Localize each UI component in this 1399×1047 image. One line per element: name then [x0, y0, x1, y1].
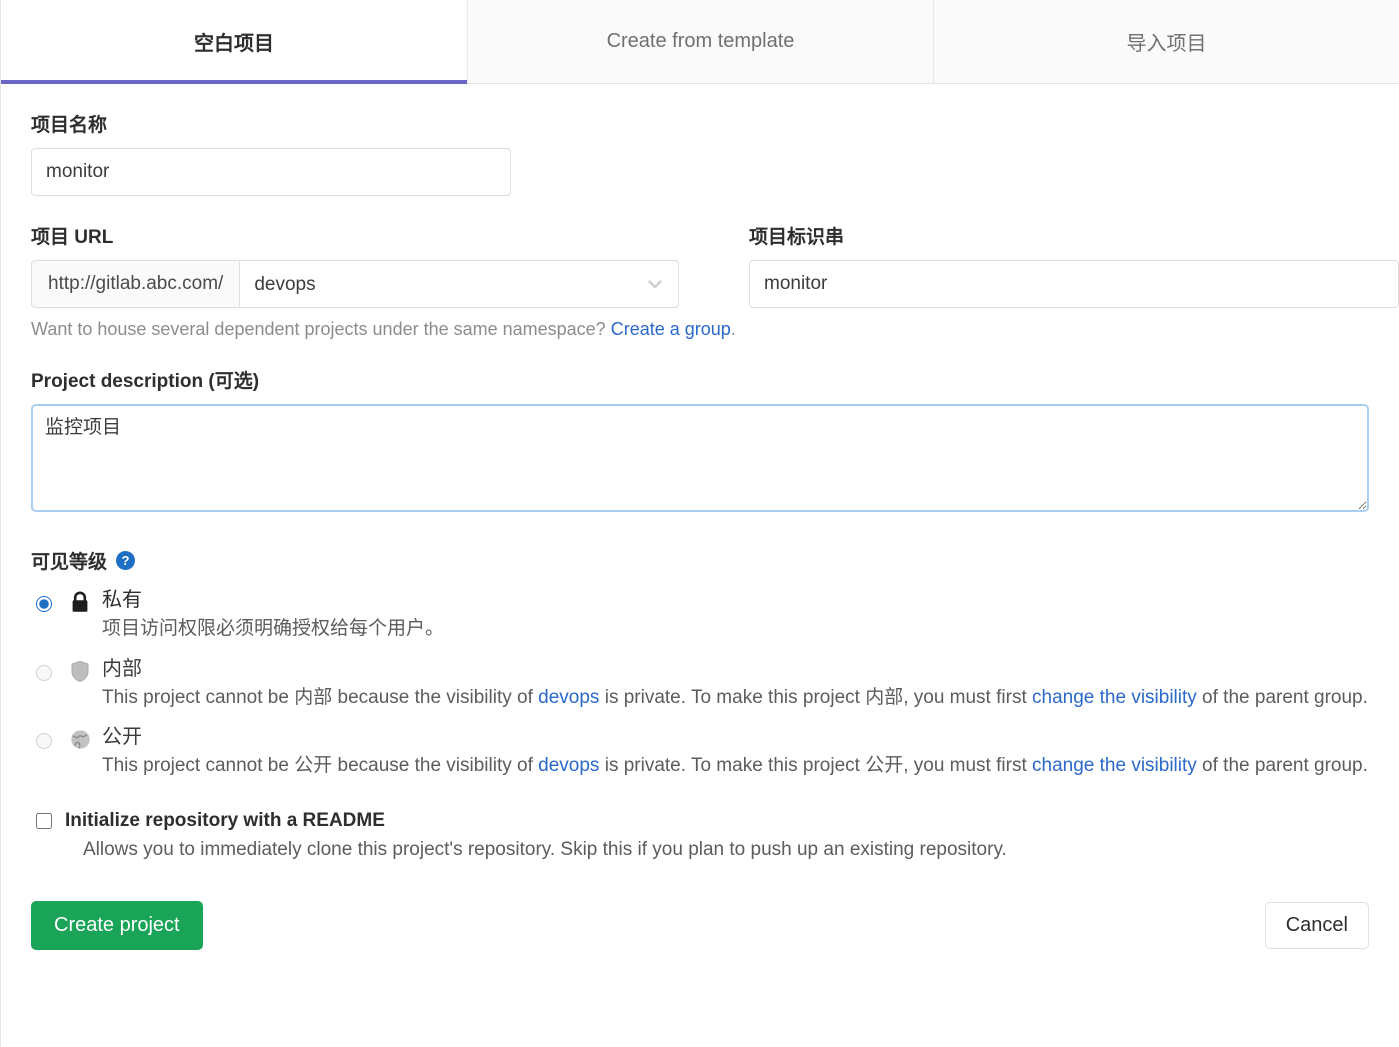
readme-row[interactable]: Initialize repository with a README — [31, 810, 1369, 832]
visibility-inline-link[interactable]: devops — [538, 755, 599, 776]
form-actions: Create project Cancel — [31, 900, 1369, 950]
project-url-label: 项目 URL — [31, 227, 114, 248]
visibility-radio-private[interactable] — [36, 596, 52, 612]
visibility-public-body: 公开 This project cannot be 公开 because the… — [96, 725, 1369, 780]
project-slug-label: 项目标识串 — [749, 227, 845, 248]
tab-create-from-template-label: Create from template — [606, 30, 795, 52]
visibility-internal-body: 内部 This project cannot be 内部 because the… — [96, 657, 1369, 712]
tab-import-project-label: 导入项目 — [1126, 33, 1207, 55]
project-url-prefix: http://gitlab.abc.com/ — [31, 260, 240, 308]
namespace-hint: Want to house several dependent projects… — [31, 319, 1369, 340]
visibility-radio-public[interactable] — [36, 733, 52, 750]
readme-block: Initialize repository with a README Allo… — [31, 810, 1369, 861]
project-description-label: Project description (可选) — [31, 371, 260, 392]
visibility-private-title: 私有 — [102, 589, 142, 611]
project-url-row: 项目 URL http://gitlab.abc.com/ devops 项目标… — [31, 196, 1399, 308]
readme-checkbox[interactable] — [36, 812, 52, 829]
namespace-hint-suffix: . — [730, 319, 736, 339]
shield-icon — [70, 660, 96, 712]
namespace-hint-text: Want to house several dependent projects… — [31, 319, 611, 339]
lock-icon — [70, 591, 96, 643]
readme-description: Allows you to immediately clone this pro… — [83, 838, 1007, 860]
visibility-heading: 可见等级 ? — [31, 547, 1369, 574]
visibility-public-title: 公开 — [102, 726, 142, 749]
project-description-wrap: 监控项目 — [31, 404, 1369, 517]
visibility-public-desc: This project cannot be 公开 because the vi… — [102, 755, 1368, 777]
project-description-textarea[interactable]: 监控项目 — [31, 404, 1369, 512]
globe-icon — [70, 728, 96, 780]
project-name-label: 项目名称 — [31, 115, 108, 136]
namespace-select[interactable]: devops — [239, 260, 679, 308]
visibility-private-body: 私有 项目访问权限必须明确授权给每个用户。 — [96, 588, 1369, 643]
cancel-button[interactable]: Cancel — [1264, 901, 1369, 949]
visibility-inline-link[interactable]: change the visibility — [1032, 687, 1197, 708]
visibility-option-private[interactable]: 私有 项目访问权限必须明确授权给每个用户。 — [31, 588, 1369, 643]
tab-bar: 空白项目 Create from template 导入项目 — [1, 0, 1399, 84]
project-url-group: http://gitlab.abc.com/ devops — [31, 260, 679, 308]
tab-import-project[interactable]: 导入项目 — [934, 0, 1399, 83]
visibility-option-public[interactable]: 公开 This project cannot be 公开 because the… — [31, 725, 1369, 780]
question-mark-icon[interactable]: ? — [116, 551, 136, 570]
tab-blank-project[interactable]: 空白项目 — [1, 0, 468, 84]
namespace-select-wrap: devops — [239, 260, 679, 308]
new-project-form: 项目名称 项目 URL http://gitlab.abc.com/ devop… — [1, 110, 1399, 950]
create-project-button[interactable]: Create project — [31, 900, 203, 950]
visibility-heading-label: 可见等级 — [31, 552, 108, 573]
project-slug-input[interactable] — [749, 260, 1399, 308]
visibility-private-desc: 项目访问权限必须明确授权给每个用户。 — [102, 618, 445, 639]
create-a-group-link[interactable]: Create a group — [611, 319, 731, 339]
visibility-option-internal[interactable]: 内部 This project cannot be 内部 because the… — [31, 657, 1369, 712]
visibility-inline-link[interactable]: devops — [538, 687, 599, 708]
visibility-internal-desc: This project cannot be 内部 because the vi… — [102, 686, 1368, 708]
visibility-internal-title: 内部 — [102, 657, 142, 680]
project-name-input[interactable] — [31, 148, 511, 196]
readme-label[interactable]: Initialize repository with a README — [65, 810, 385, 832]
tab-create-from-template[interactable]: Create from template — [468, 0, 934, 83]
visibility-inline-link[interactable]: change the visibility — [1032, 755, 1197, 776]
visibility-radio-internal[interactable] — [36, 664, 52, 681]
tab-blank-project-label: 空白项目 — [194, 33, 274, 55]
